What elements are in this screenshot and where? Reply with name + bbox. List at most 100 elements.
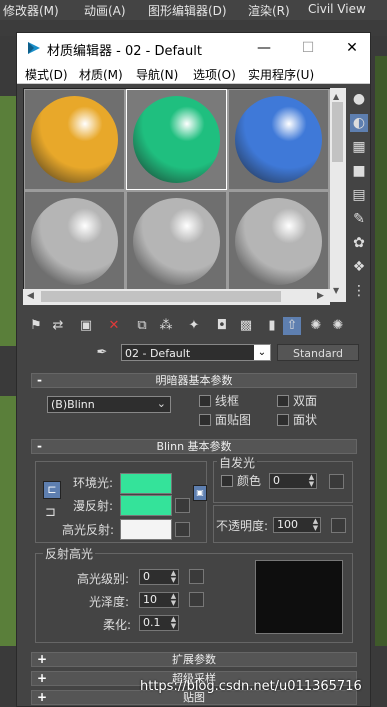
glossiness-spinner[interactable]: 10 ▲ ▼ bbox=[139, 592, 179, 608]
sample-type-icon[interactable]: ● bbox=[350, 90, 368, 108]
scroll-right-icon[interactable]: ▶ bbox=[317, 291, 324, 301]
chevron-down-icon[interactable]: ⌄ bbox=[254, 345, 270, 360]
sample-uv-icon[interactable]: ■ bbox=[350, 162, 368, 180]
maximize-button[interactable]: ☐ bbox=[297, 38, 319, 58]
make-copy-icon[interactable]: ⧉ bbox=[133, 317, 151, 335]
go-to-parent-icon[interactable]: ⇧ bbox=[283, 317, 301, 335]
highlight-curve-graph bbox=[255, 560, 343, 634]
eyedropper-icon[interactable]: ✒ bbox=[93, 344, 111, 362]
host-menu-graph-editors[interactable]: 图形编辑器(D) bbox=[148, 2, 227, 19]
menu-material[interactable]: 材质(M) bbox=[79, 66, 123, 83]
lock-ambient-diffuse-icon[interactable]: ⊏ bbox=[43, 481, 61, 499]
minimize-button[interactable]: — bbox=[253, 38, 275, 58]
face-map-checkbox[interactable] bbox=[199, 414, 211, 426]
two-sided-checkbox[interactable] bbox=[277, 395, 289, 407]
make-unique-icon[interactable]: ⁂ bbox=[157, 317, 175, 335]
sample-slot-4[interactable] bbox=[25, 192, 124, 291]
go-forward-to-sibling-icon[interactable]: ✺ bbox=[307, 317, 325, 335]
put-to-scene-icon[interactable]: ⇄ bbox=[49, 317, 67, 335]
specular-level-map-button[interactable] bbox=[189, 569, 204, 584]
self-illum-spinner[interactable]: 0 ▲ ▼ bbox=[269, 473, 317, 489]
diffuse-color-swatch[interactable] bbox=[120, 495, 172, 516]
scroll-up-icon[interactable]: ▲ bbox=[333, 92, 339, 101]
scroll-thumb[interactable] bbox=[41, 291, 281, 302]
soften-spinner[interactable]: 0.1 ▲ ▼ bbox=[139, 615, 179, 631]
shader-basic-params-rollout[interactable]: - 明暗器基本参数 bbox=[31, 373, 357, 388]
host-menu-animation[interactable]: 动画(A) bbox=[84, 2, 126, 19]
opacity-spinner[interactable]: 100 ▲ ▼ bbox=[273, 517, 321, 533]
title-bar[interactable]: 材质编辑器 - 02 - Default — ☐ ✕ bbox=[17, 33, 370, 63]
specular-map-button[interactable] bbox=[175, 522, 190, 537]
watermark-text: https://blog.csdn.net/u011365716 bbox=[140, 679, 362, 694]
glossiness-map-button[interactable] bbox=[189, 592, 204, 607]
material-editor-window: 材质编辑器 - 02 - Default — ☐ ✕ 模式(D) 材质(M) 导… bbox=[16, 32, 371, 707]
opacity-map-button[interactable] bbox=[331, 518, 346, 533]
select-by-material-icon[interactable]: ❖ bbox=[350, 258, 368, 276]
sample-slot-3[interactable] bbox=[229, 90, 328, 189]
spinner-arrows-icon[interactable]: ▲ ▼ bbox=[169, 570, 178, 584]
diffuse-label: 漫反射: bbox=[73, 499, 114, 513]
two-sided-label: 双面 bbox=[293, 394, 318, 408]
reset-material-icon[interactable]: ✕ bbox=[105, 317, 123, 335]
host-menu-civil-view[interactable]: Civil View bbox=[308, 2, 366, 16]
specular-color-swatch[interactable] bbox=[120, 519, 172, 540]
host-menu-rendering[interactable]: 渲染(R) bbox=[248, 2, 290, 19]
extended-params-rollout[interactable]: + 扩展参数 bbox=[31, 652, 357, 667]
host-panel-right bbox=[371, 36, 387, 707]
background-checker-icon[interactable]: ▦ bbox=[350, 138, 368, 156]
menu-navigation[interactable]: 导航(N) bbox=[136, 66, 178, 83]
sample-vertical-scrollbar[interactable]: ▲ ▼ bbox=[330, 88, 346, 302]
faceted-checkbox[interactable] bbox=[277, 414, 289, 426]
spinner-arrows-icon[interactable]: ▲ ▼ bbox=[169, 593, 178, 607]
pick-material-from-object-icon[interactable]: ✺ bbox=[329, 317, 347, 335]
menu-utilities[interactable]: 实用程序(U) bbox=[248, 66, 314, 83]
sample-slot-2[interactable] bbox=[126, 89, 227, 190]
scroll-thumb[interactable] bbox=[332, 102, 343, 162]
sample-slot-5[interactable] bbox=[127, 192, 226, 291]
side-toolbar: ● ◐ ▦ ■ ▤ ✎ ✿ ❖ ⋮ bbox=[348, 88, 370, 300]
material-map-navigator-icon[interactable]: ⋮ bbox=[350, 282, 368, 300]
shader-type-dropdown[interactable]: (B)Blinn ⌄ bbox=[47, 396, 171, 413]
options-icon[interactable]: ✿ bbox=[350, 234, 368, 252]
chevron-down-icon[interactable]: ⌄ bbox=[157, 397, 166, 410]
material-name-value: 02 - Default bbox=[125, 347, 191, 360]
lock-map-icon[interactable]: ▣ bbox=[193, 485, 207, 501]
sample-slot-1[interactable] bbox=[25, 90, 124, 189]
blinn-basic-params-rollout[interactable]: - Blinn 基本参数 bbox=[31, 439, 357, 454]
put-to-library-icon[interactable]: ✦ bbox=[185, 317, 203, 335]
make-preview-icon[interactable]: ✎ bbox=[350, 210, 368, 228]
glossiness-value: 10 bbox=[143, 593, 157, 606]
material-name-field[interactable]: 02 - Default ⌄ bbox=[121, 344, 271, 361]
host-menu-modifiers[interactable]: 修改器(M) bbox=[3, 2, 59, 19]
sample-slot-6[interactable] bbox=[229, 192, 328, 291]
specular-level-spinner[interactable]: 0 ▲ ▼ bbox=[139, 569, 179, 585]
material-id-channel-icon[interactable]: ◘ bbox=[213, 317, 231, 335]
spinner-arrows-icon[interactable]: ▲ ▼ bbox=[169, 616, 178, 630]
wire-checkbox[interactable] bbox=[199, 395, 211, 407]
rollout-title: 扩展参数 bbox=[172, 653, 216, 666]
video-color-check-icon[interactable]: ▤ bbox=[350, 186, 368, 204]
menu-options[interactable]: 选项(O) bbox=[193, 66, 236, 83]
scroll-left-icon[interactable]: ◀ bbox=[27, 291, 34, 301]
close-button[interactable]: ✕ bbox=[341, 38, 363, 58]
diffuse-map-button[interactable] bbox=[175, 498, 190, 513]
material-name-row: ✒ 02 - Default ⌄ Standard bbox=[23, 344, 363, 364]
ambient-color-swatch[interactable] bbox=[120, 473, 172, 494]
self-illumination-title: 自发光 bbox=[217, 454, 258, 471]
show-shaded-in-viewport-icon[interactable]: ▩ bbox=[237, 317, 255, 335]
show-end-result-icon[interactable]: ▮ bbox=[263, 317, 281, 335]
glossiness-label: 光泽度: bbox=[89, 595, 130, 609]
menu-modes[interactable]: 模式(D) bbox=[25, 66, 68, 83]
material-type-button[interactable]: Standard bbox=[277, 344, 359, 361]
backlight-icon[interactable]: ◐ bbox=[350, 114, 368, 132]
spinner-arrows-icon[interactable]: ▲ ▼ bbox=[307, 474, 316, 488]
get-material-icon[interactable]: ⚑ bbox=[27, 317, 45, 335]
assign-to-selection-icon[interactable]: ▣ bbox=[77, 317, 95, 335]
lock-diffuse-specular-icon[interactable]: ⊐ bbox=[45, 505, 59, 521]
sample-horizontal-scrollbar[interactable]: ◀ ▶ bbox=[23, 289, 330, 305]
spinner-arrows-icon[interactable]: ▲ ▼ bbox=[311, 518, 320, 532]
sample-slots bbox=[23, 88, 331, 296]
self-illum-color-checkbox[interactable] bbox=[221, 475, 233, 487]
self-illum-map-button[interactable] bbox=[329, 474, 344, 489]
scroll-down-icon[interactable]: ▼ bbox=[333, 286, 339, 295]
